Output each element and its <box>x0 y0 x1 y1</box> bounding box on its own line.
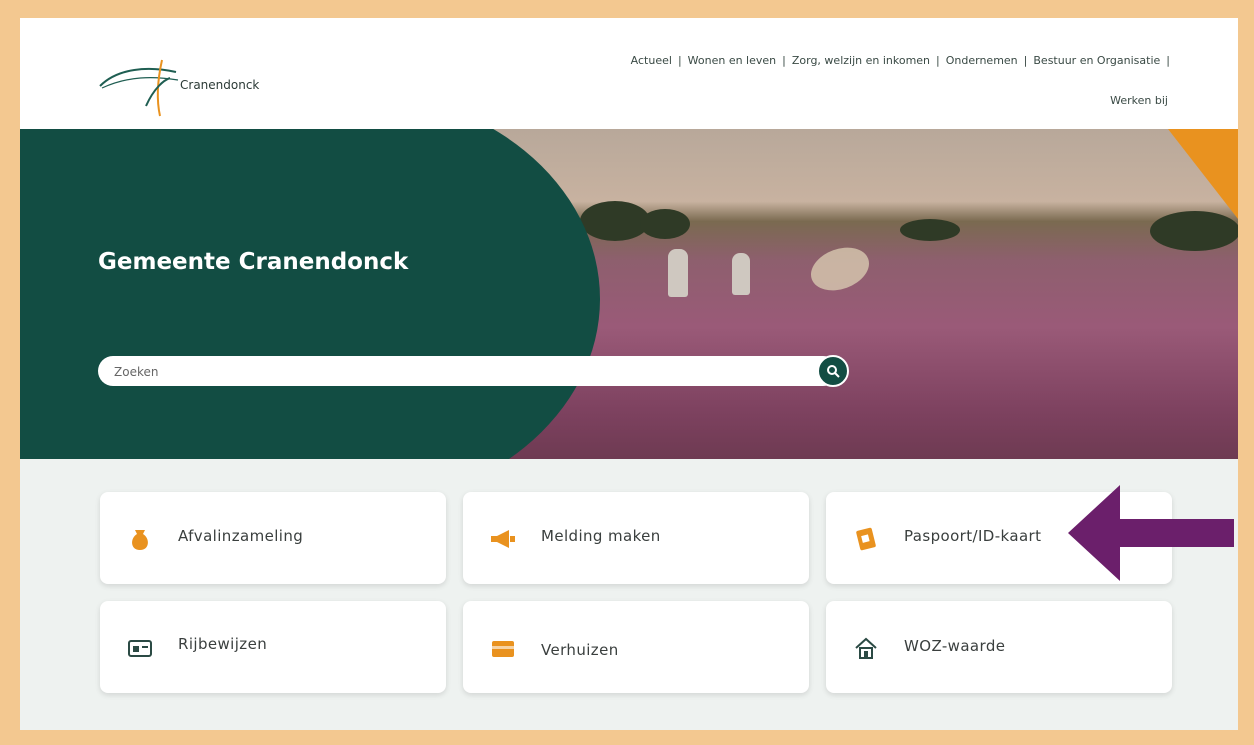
tile-label: Melding maken <box>541 527 661 545</box>
site-header: Cranendonck Actueel | Wonen en leven | Zorg,… <box>20 18 1238 129</box>
tile-label: WOZ-waarde <box>904 637 1006 655</box>
logo-text: Cranendonck <box>180 78 260 92</box>
nav-separator: | <box>936 54 940 67</box>
quick-links-grid: Afvalinzameling Melding maken Paspoort/I… <box>78 474 1172 693</box>
sand-path <box>804 239 876 299</box>
nav-item-bestuur-en-organisatie[interactable]: Bestuur en Organisatie <box>1033 54 1160 67</box>
tile-label: Rijbewijzen <box>178 635 268 653</box>
cyclist-figure <box>668 249 688 297</box>
cyclist-figure <box>732 253 750 295</box>
tree-shape <box>1150 211 1238 251</box>
purple-arrow-annotation <box>1068 485 1234 581</box>
nav-separator: | <box>1166 54 1170 67</box>
tile-woz-waarde[interactable]: WOZ-waarde <box>826 601 1172 693</box>
nav-separator: | <box>677 54 682 67</box>
nav-item-actueel[interactable]: Actueel <box>631 54 672 67</box>
house-icon <box>855 637 877 659</box>
tile-rijbewijzen[interactable]: Rijbewijzen <box>100 601 446 693</box>
tile-afvalinzameling[interactable]: Afvalinzameling <box>100 492 446 584</box>
page-title: Gemeente Cranendonck <box>98 249 409 275</box>
megaphone-icon <box>491 530 515 548</box>
tile-label: Paspoort/ID-kaart <box>904 527 1042 545</box>
nav-separator: | <box>782 54 786 67</box>
search-button[interactable] <box>817 355 849 387</box>
search-icon <box>827 365 840 378</box>
drivers-license-icon <box>128 640 152 657</box>
hero-banner: Gemeente Cranendonck <box>20 129 1238 459</box>
nav-item-ondernemen[interactable]: Ondernemen <box>946 54 1018 67</box>
nav-item-werken-bij[interactable]: Werken bij <box>1110 94 1168 107</box>
tile-melding-maken[interactable]: Melding maken <box>463 492 809 584</box>
tile-label: Verhuizen <box>541 641 619 659</box>
waste-bag-icon <box>132 530 148 550</box>
passport-icon <box>856 527 876 551</box>
tile-verhuizen[interactable]: Verhuizen <box>463 601 809 693</box>
tree-shape <box>900 219 960 241</box>
nav-item-zorg-welzijn-inkomen[interactable]: Zorg, welzijn en inkomen <box>792 54 930 67</box>
site-logo[interactable]: Cranendonck <box>98 58 298 117</box>
search-bar <box>98 356 838 388</box>
search-input[interactable] <box>112 356 796 388</box>
nav-item-wonen-en-leven[interactable]: Wonen en leven <box>688 54 776 67</box>
tile-label: Afvalinzameling <box>178 527 304 545</box>
nav-separator: | <box>1023 54 1028 67</box>
main-navigation: Actueel | Wonen en leven | Zorg, welzijn en … <box>456 52 1176 110</box>
tree-shape <box>640 209 690 239</box>
logo-swoosh-icon <box>99 59 179 117</box>
green-overlay-shape <box>20 129 600 459</box>
moving-box-icon <box>492 641 514 657</box>
